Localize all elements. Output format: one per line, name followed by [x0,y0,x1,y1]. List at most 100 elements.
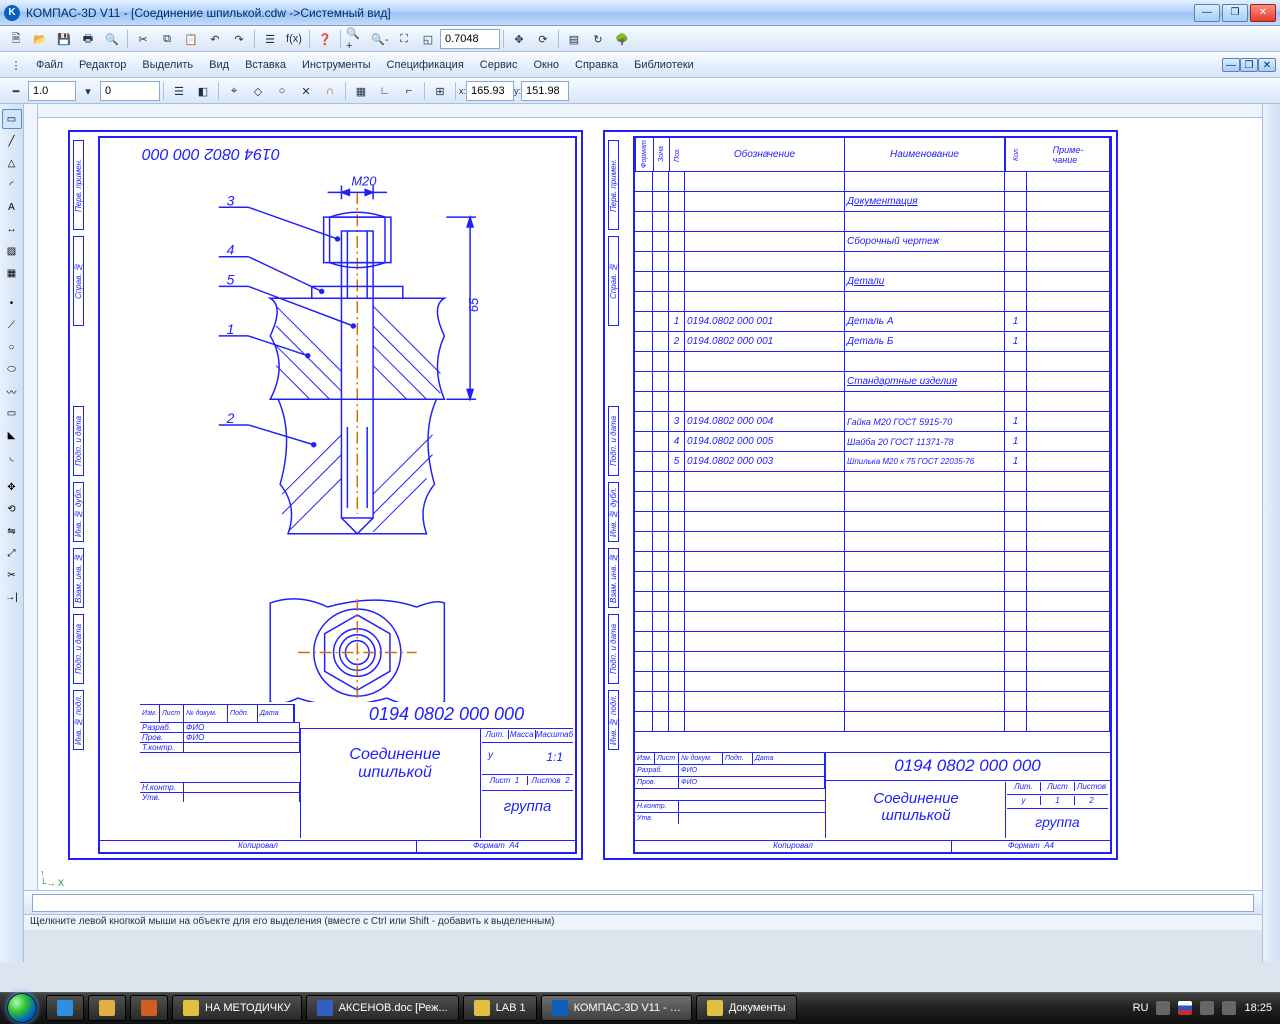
quick-launch-1[interactable] [46,995,84,1021]
menu-file[interactable]: Файл [28,57,71,73]
app-menu-icon[interactable]: ⋮ [5,55,27,75]
maximize-button[interactable]: ❐ [1222,4,1248,22]
redraw-icon[interactable]: ⟳ [532,29,554,49]
zoom-out-icon[interactable]: 🔍- [369,29,391,49]
mdi-close-button[interactable]: ✕ [1258,58,1276,72]
extend-tool-icon[interactable]: →| [2,587,22,607]
arc-tool-icon[interactable]: ◜ [2,175,22,195]
tray-icon[interactable] [1156,1001,1170,1015]
rect-tool-icon[interactable]: ▭ [2,403,22,423]
rotate-tool-icon[interactable]: ⟲ [2,499,22,519]
tree-icon[interactable]: 🌳 [611,29,633,49]
menu-spec[interactable]: Спецификация [379,57,472,73]
move-tool-icon[interactable]: ✥ [2,477,22,497]
menu-window[interactable]: Окно [525,57,567,73]
system-tray[interactable]: RU 18:25 [1125,1001,1280,1015]
drawing-canvas[interactable]: Перв. примен. Справ. № Подп. и дата Инв.… [24,104,1262,890]
zoom-window-icon[interactable]: ⛶ [393,29,415,49]
aux-line-icon[interactable]: ⟋ [2,315,22,335]
scale-tool-icon[interactable]: ⤢ [2,543,22,563]
ellipse-tool-icon[interactable]: ⬭ [2,359,22,379]
properties-icon[interactable]: ☰ [259,29,281,49]
zoom-combo[interactable] [440,29,500,49]
select-tool-icon[interactable]: ▭ [2,109,22,129]
menu-libs[interactable]: Библиотеки [626,57,702,73]
quick-launch-3[interactable] [130,995,168,1021]
hatch-tool-icon[interactable]: ▨ [2,241,22,261]
cut-icon[interactable]: ✂ [132,29,154,49]
task-4[interactable]: КОМПАС-3D V11 - … [541,995,692,1021]
spline-tool-icon[interactable]: 〰 [2,381,22,401]
mirror-tool-icon[interactable]: ⇋ [2,521,22,541]
point-tool-icon[interactable]: • [2,293,22,313]
new-icon[interactable]: 🗎 [5,29,27,49]
local-cs-icon[interactable]: ⊞ [429,81,451,101]
poly-tool-icon[interactable]: △ [2,153,22,173]
round-icon[interactable]: ⌐ [398,81,420,101]
start-button[interactable] [0,992,44,1024]
task-2[interactable]: АКСЕНОВ.doc [Реж... [306,995,459,1021]
orient-icon[interactable]: ◧ [192,81,214,101]
toolbar-file: 🗎 📂 💾 🖶 🔍 ✂ ⧉ 📋 ↶ ↷ ☰ f(x) ❓ 🔍+ 🔍- ⛶ ◱ ✥… [0,26,1280,52]
circle-tool-icon[interactable]: ○ [2,337,22,357]
trim-tool-icon[interactable]: ✂ [2,565,22,585]
open-icon[interactable]: 📂 [29,29,51,49]
snap-intersect-icon[interactable]: ✕ [295,81,317,101]
magnet-icon[interactable]: ∩ [319,81,341,101]
pan-icon[interactable]: ✥ [508,29,530,49]
refresh-icon[interactable]: ↻ [587,29,609,49]
fillet-tool-icon[interactable]: ◟ [2,447,22,467]
menu-insert[interactable]: Вставка [237,57,294,73]
table-tool-icon[interactable]: ▦ [2,263,22,283]
redo-icon[interactable]: ↷ [228,29,250,49]
undo-icon[interactable]: ↶ [204,29,226,49]
snap-mid-icon[interactable]: ◇ [247,81,269,101]
view-filter-icon[interactable]: ☰ [168,81,190,101]
line-style-icon[interactable]: ━ [5,81,27,101]
snap-center-icon[interactable]: ○ [271,81,293,101]
mdi-minimize-button[interactable]: ― [1222,58,1240,72]
minimize-button[interactable]: ― [1194,4,1220,22]
close-button[interactable]: ✕ [1250,4,1276,22]
menu-service[interactable]: Сервис [472,57,526,73]
command-input[interactable] [32,894,1254,912]
menu-tools[interactable]: Инструменты [294,57,379,73]
grid-icon[interactable]: ▦ [350,81,372,101]
menu-help[interactable]: Справка [567,57,626,73]
help-icon[interactable]: ❓ [314,29,336,49]
menu-select[interactable]: Выделить [134,57,201,73]
task-5[interactable]: Документы [696,995,797,1021]
copy-icon[interactable]: ⧉ [156,29,178,49]
vertical-scrollbar[interactable] [1262,104,1280,962]
line-width-combo[interactable] [28,81,76,101]
variables-icon[interactable]: f(x) [283,29,305,49]
preview-icon[interactable]: 🔍 [101,29,123,49]
dim-tool-icon[interactable]: ↔ [2,219,22,239]
clock[interactable]: 18:25 [1244,1002,1272,1014]
task-1[interactable]: НА МЕТОДИЧКУ [172,995,302,1021]
layer-combo[interactable] [100,81,160,101]
layers-icon[interactable]: ▤ [563,29,585,49]
coord-x-input[interactable] [466,81,514,101]
style-dropdown-icon[interactable]: ▾ [77,81,99,101]
menu-editor[interactable]: Редактор [71,57,134,73]
volume-icon[interactable] [1222,1001,1236,1015]
network-icon[interactable] [1200,1001,1214,1015]
task-3[interactable]: LAB 1 [463,995,537,1021]
paste-icon[interactable]: 📋 [180,29,202,49]
quick-launch-2[interactable] [88,995,126,1021]
print-icon[interactable]: 🖶 [77,29,99,49]
snap-end-icon[interactable]: ⌖ [223,81,245,101]
text-tool-icon[interactable]: A [2,197,22,217]
mdi-restore-button[interactable]: ❐ [1240,58,1258,72]
line-tool-icon[interactable]: ╱ [2,131,22,151]
menu-view[interactable]: Вид [201,57,237,73]
ortho-icon[interactable]: ∟ [374,81,396,101]
zoom-fit-icon[interactable]: ◱ [417,29,439,49]
language-indicator[interactable]: RU [1133,1002,1149,1014]
zoom-in-icon[interactable]: 🔍+ [345,29,367,49]
coord-y-input[interactable] [521,81,569,101]
flag-icon[interactable] [1178,1001,1192,1015]
save-icon[interactable]: 💾 [53,29,75,49]
chamfer-tool-icon[interactable]: ◣ [2,425,22,445]
